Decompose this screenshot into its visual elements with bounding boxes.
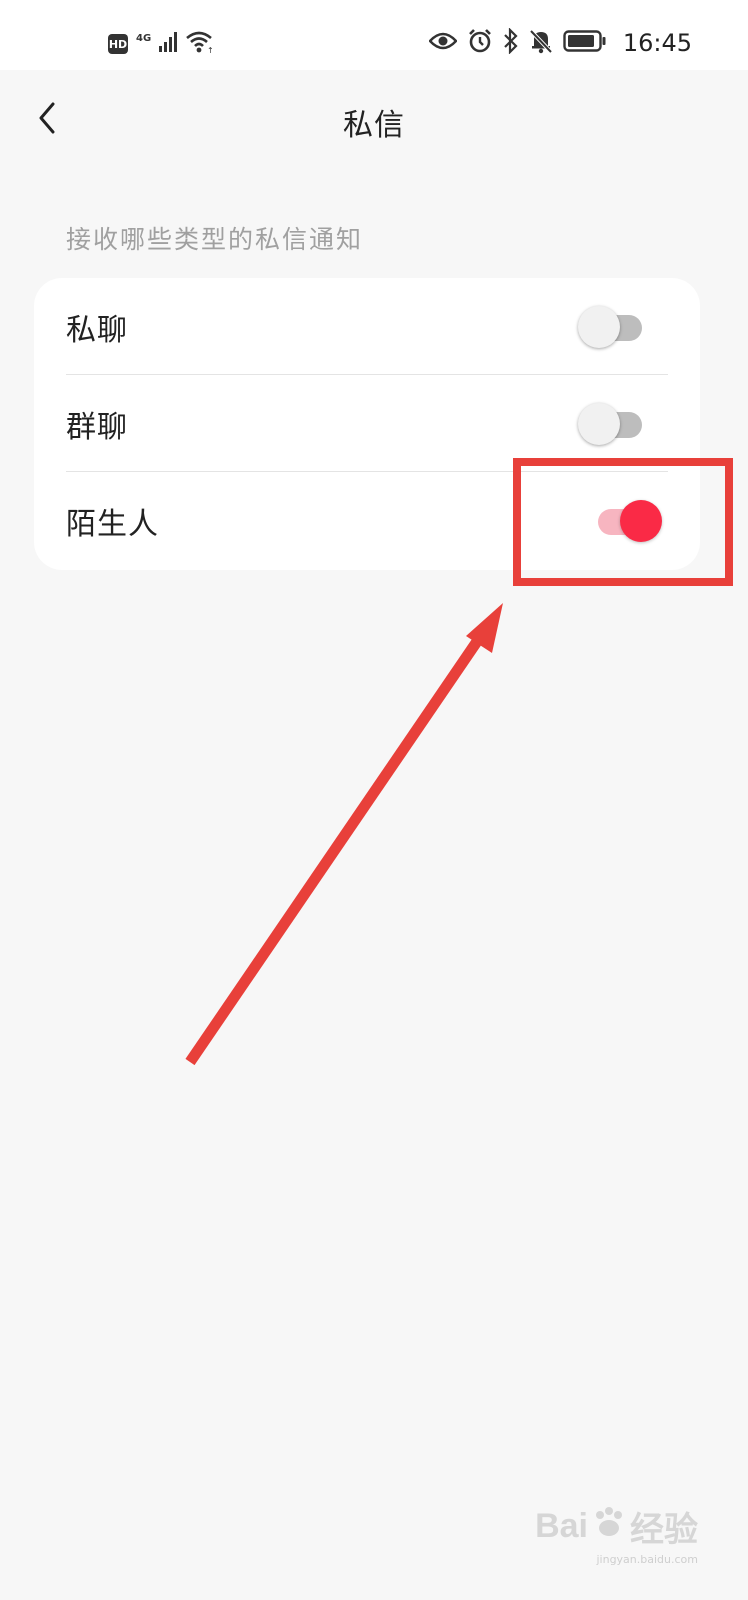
clock: 16:45 bbox=[622, 29, 692, 57]
status-right: 16:45 bbox=[428, 27, 692, 58]
svg-text:↑: ↑ bbox=[207, 46, 214, 54]
status-left: HD 4G ↑ bbox=[108, 30, 215, 58]
watermark-suffix: 经验 bbox=[630, 1511, 698, 1549]
annotation-highlight-box bbox=[513, 458, 733, 586]
private-chat-toggle[interactable] bbox=[578, 303, 648, 351]
battery-icon bbox=[563, 29, 607, 57]
setting-label: 群聊 bbox=[66, 409, 128, 445]
setting-label: 私聊 bbox=[66, 312, 128, 348]
bluetooth-icon bbox=[503, 27, 519, 58]
page-title: 私信 bbox=[343, 108, 405, 143]
setting-label: 陌生人 bbox=[66, 506, 159, 542]
section-label: 接收哪些类型的私信通知 bbox=[66, 225, 364, 254]
signal-icon bbox=[159, 32, 178, 56]
group-chat-toggle[interactable] bbox=[578, 400, 648, 448]
wifi-icon: ↑ bbox=[185, 30, 215, 58]
watermark: Bai 经验 jingyan.baidu.com bbox=[535, 1502, 698, 1566]
toggle-knob bbox=[578, 402, 620, 445]
bell-off-icon bbox=[529, 28, 553, 58]
setting-row-private-chat[interactable]: 私聊 bbox=[34, 278, 700, 375]
network-type: 4G bbox=[136, 32, 152, 44]
back-button[interactable] bbox=[30, 100, 64, 140]
paw-icon bbox=[592, 1505, 626, 1548]
watermark-brand: Bai bbox=[535, 1507, 588, 1545]
toggle-knob bbox=[578, 305, 620, 348]
watermark-url: jingyan.baidu.com bbox=[596, 1553, 698, 1566]
chevron-left-icon bbox=[36, 100, 58, 140]
watermark-logo: Bai 经验 bbox=[535, 1502, 698, 1551]
status-bar: HD 4G ↑ 16:45 bbox=[0, 0, 748, 70]
alarm-icon bbox=[467, 28, 493, 58]
hd-icon: HD bbox=[108, 34, 128, 54]
eye-icon bbox=[428, 31, 458, 55]
